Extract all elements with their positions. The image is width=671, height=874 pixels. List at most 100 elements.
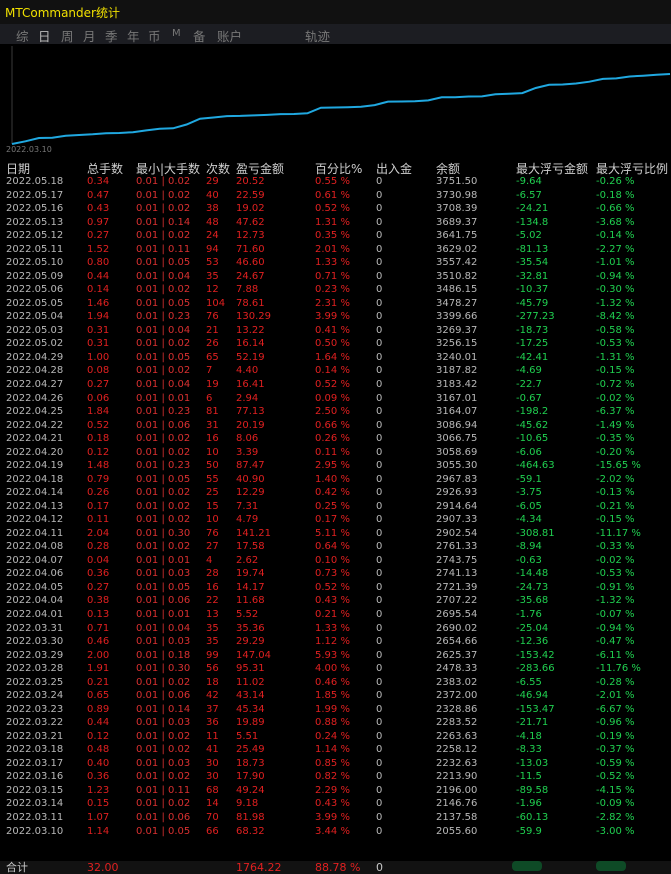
table-row[interactable]: 2022.05.16 0.43 0.01 | 0.02 38 19.02 0.52 % 0 3… bbox=[0, 202, 671, 216]
row-pnl: 4.40 bbox=[236, 365, 259, 377]
table-row[interactable]: 2022.03.23 0.89 0.01 | 0.14 37 45.34 1.99 % 0 2… bbox=[0, 703, 671, 717]
table-row[interactable]: 2022.05.10 0.80 0.01 | 0.05 53 46.60 1.33 % 0 3… bbox=[0, 256, 671, 270]
tab-quarter[interactable]: 季 bbox=[105, 26, 118, 45]
table-row[interactable]: 2022.04.18 0.79 0.01 | 0.05 55 40.90 1.40 % 0 2… bbox=[0, 473, 671, 487]
table-row[interactable]: 2022.03.17 0.40 0.01 | 0.03 30 18.73 0.85 % 0 2… bbox=[0, 757, 671, 771]
row-max-float-ratio: -0.21 % bbox=[596, 500, 635, 512]
row-pnl: 11.02 bbox=[236, 676, 265, 688]
row-percent: 1.33 % bbox=[315, 257, 350, 269]
table-row[interactable]: 2022.04.08 0.28 0.01 | 0.02 27 17.58 0.64 % 0 2… bbox=[0, 540, 671, 554]
row-count: 12 bbox=[206, 284, 219, 296]
row-max-float-ratio: -0.53 % bbox=[596, 568, 635, 580]
tab-overview[interactable]: 综 bbox=[16, 26, 29, 45]
row-max-float-loss: -24.21 bbox=[516, 203, 549, 215]
table-row[interactable]: 2022.05.18 0.34 0.01 | 0.02 29 20.52 0.55 % 0 3… bbox=[0, 175, 671, 189]
table-row[interactable]: 2022.05.13 0.97 0.01 | 0.14 48 47.62 1.31 % 0 3… bbox=[0, 216, 671, 230]
table-row[interactable]: 2022.04.21 0.18 0.01 | 0.02 16 8.06 0.26 % 0 30… bbox=[0, 432, 671, 446]
row-date: 2022.03.22 bbox=[6, 717, 64, 729]
row-max-float-loss: -21.71 bbox=[516, 717, 549, 729]
row-deposit: 0 bbox=[376, 636, 383, 648]
table-row[interactable]: 2022.03.14 0.15 0.01 | 0.02 14 9.18 0.43 % 0 21… bbox=[0, 797, 671, 811]
table-row[interactable]: 2022.03.29 2.00 0.01 | 0.18 99 147.04 5.93 % 0… bbox=[0, 649, 671, 663]
tab-symbol[interactable]: 币 bbox=[148, 26, 161, 45]
tab-year[interactable]: 年 bbox=[127, 26, 140, 45]
table-row[interactable]: 2022.04.04 0.38 0.01 | 0.06 22 11.68 0.43 % 0 2… bbox=[0, 594, 671, 608]
table-row[interactable]: 2022.05.17 0.47 0.01 | 0.02 40 22.59 0.61 % 0 3… bbox=[0, 189, 671, 203]
table-row[interactable]: 2022.03.31 0.71 0.01 | 0.04 35 35.36 1.33 % 0 2… bbox=[0, 622, 671, 636]
row-pnl: 12.29 bbox=[236, 487, 265, 499]
table-row[interactable]: 2022.04.19 1.48 0.01 | 0.23 50 87.47 2.95 % 0 3… bbox=[0, 459, 671, 473]
table-row[interactable]: 2022.05.11 1.52 0.01 | 0.11 94 71.60 2.01 % 0 3… bbox=[0, 243, 671, 257]
table-row[interactable]: 2022.04.29 1.00 0.01 | 0.05 65 52.19 1.64 % 0 3… bbox=[0, 351, 671, 365]
table-row[interactable]: 2022.03.22 0.44 0.01 | 0.03 36 19.89 0.88 % 0 2… bbox=[0, 716, 671, 730]
row-count: 68 bbox=[206, 784, 219, 796]
table-row[interactable]: 2022.05.12 0.27 0.01 | 0.02 24 12.73 0.35 % 0 3… bbox=[0, 229, 671, 243]
row-total-lots: 1.07 bbox=[87, 811, 110, 823]
table-row[interactable]: 2022.03.21 0.12 0.01 | 0.02 11 5.51 0.24 % 0 22… bbox=[0, 730, 671, 744]
table-row[interactable]: 2022.04.25 1.84 0.01 | 0.23 81 77.13 2.50 % 0 3… bbox=[0, 405, 671, 419]
row-date: 2022.04.08 bbox=[6, 541, 64, 553]
tab-magic[interactable]: M bbox=[172, 28, 181, 39]
table-row[interactable]: 2022.04.05 0.27 0.01 | 0.05 16 14.17 0.52 % 0 2… bbox=[0, 581, 671, 595]
row-max-float-loss: -89.58 bbox=[516, 784, 549, 796]
table-row[interactable]: 2022.04.22 0.52 0.01 | 0.06 31 20.19 0.66 % 0 3… bbox=[0, 419, 671, 433]
row-min-max-lots: 0.01 | 0.23 bbox=[136, 311, 191, 323]
row-date: 2022.04.18 bbox=[6, 473, 64, 485]
row-min-max-lots: 0.01 | 0.03 bbox=[136, 757, 191, 769]
table-row[interactable]: 2022.04.12 0.11 0.01 | 0.02 10 4.79 0.17 % 0 29… bbox=[0, 513, 671, 527]
table-row[interactable]: 2022.03.15 1.23 0.01 | 0.11 68 49.24 2.29 % 0 2… bbox=[0, 784, 671, 798]
row-pnl: 68.32 bbox=[236, 825, 265, 837]
table-row[interactable]: 2022.04.01 0.13 0.01 | 0.01 13 5.52 0.21 % 0 26… bbox=[0, 608, 671, 622]
row-count: 31 bbox=[206, 419, 219, 431]
table-row[interactable]: 2022.05.05 1.46 0.01 | 0.05 104 78.61 2.31 % 0… bbox=[0, 297, 671, 311]
row-date: 2022.03.18 bbox=[6, 744, 64, 756]
totals-float-loss-bar bbox=[512, 861, 542, 871]
table-row[interactable]: 2022.03.10 1.14 0.01 | 0.05 66 68.32 3.44 % 0 2… bbox=[0, 825, 671, 839]
tab-account[interactable]: 账户 bbox=[217, 26, 242, 45]
table-row[interactable]: 2022.04.26 0.06 0.01 | 0.01 6 2.94 0.09 % 0 316… bbox=[0, 392, 671, 406]
row-count: 53 bbox=[206, 257, 219, 269]
row-max-float-ratio: -1.01 % bbox=[596, 257, 635, 269]
tab-note[interactable]: 备 bbox=[193, 26, 206, 45]
row-percent: 0.85 % bbox=[315, 757, 350, 769]
table-row[interactable]: 2022.04.28 0.08 0.01 | 0.02 7 4.40 0.14 % 0 318… bbox=[0, 364, 671, 378]
tab-week[interactable]: 周 bbox=[61, 26, 74, 45]
row-max-float-loss: -153.42 bbox=[516, 649, 555, 661]
row-pnl: 2.94 bbox=[236, 392, 259, 404]
tab-track[interactable]: 轨迹 bbox=[305, 26, 330, 45]
table-row[interactable]: 2022.05.06 0.14 0.01 | 0.02 12 7.88 0.23 % 0 34… bbox=[0, 283, 671, 297]
row-balance: 3167.01 bbox=[436, 392, 478, 404]
table-row[interactable]: 2022.05.02 0.31 0.01 | 0.02 26 16.14 0.50 % 0 3… bbox=[0, 337, 671, 351]
table-row[interactable]: 2022.03.11 1.07 0.01 | 0.06 70 81.98 3.99 % 0 2… bbox=[0, 811, 671, 825]
table-row[interactable]: 2022.03.16 0.36 0.01 | 0.02 30 17.90 0.82 % 0 2… bbox=[0, 770, 671, 784]
row-max-float-loss: -1.96 bbox=[516, 798, 542, 810]
tab-month[interactable]: 月 bbox=[83, 26, 96, 45]
table-row[interactable]: 2022.04.13 0.17 0.01 | 0.02 15 7.31 0.25 % 0 29… bbox=[0, 500, 671, 514]
table-row[interactable]: 2022.03.24 0.65 0.01 | 0.06 42 43.14 1.85 % 0 2… bbox=[0, 689, 671, 703]
row-total-lots: 0.15 bbox=[87, 798, 110, 810]
row-pnl: 7.31 bbox=[236, 500, 259, 512]
table-row[interactable]: 2022.03.18 0.48 0.01 | 0.02 41 25.49 1.14 % 0 2… bbox=[0, 743, 671, 757]
tab-day[interactable]: 日 bbox=[38, 26, 51, 45]
row-pnl: 45.34 bbox=[236, 703, 265, 715]
row-pnl: 9.18 bbox=[236, 798, 259, 810]
table-row[interactable]: 2022.04.07 0.04 0.01 | 0.01 4 2.62 0.10 % 0 274… bbox=[0, 554, 671, 568]
row-balance: 2146.76 bbox=[436, 798, 478, 810]
table-row[interactable]: 2022.04.27 0.27 0.01 | 0.04 19 16.41 0.52 % 0 3… bbox=[0, 378, 671, 392]
table-row[interactable]: 2022.04.14 0.26 0.01 | 0.02 25 12.29 0.42 % 0 2… bbox=[0, 486, 671, 500]
table-row[interactable]: 2022.05.09 0.44 0.01 | 0.04 35 24.67 0.71 % 0 3… bbox=[0, 270, 671, 284]
row-min-max-lots: 0.01 | 0.06 bbox=[136, 595, 191, 607]
row-percent: 1.85 % bbox=[315, 690, 350, 702]
table-row[interactable]: 2022.04.06 0.36 0.01 | 0.03 28 19.74 0.73 % 0 2… bbox=[0, 567, 671, 581]
row-max-float-ratio: -8.42 % bbox=[596, 311, 635, 323]
table-row[interactable]: 2022.03.25 0.21 0.01 | 0.02 18 11.02 0.46 % 0 2… bbox=[0, 676, 671, 690]
table-row[interactable]: 2022.03.30 0.46 0.01 | 0.03 35 29.29 1.12 % 0 2… bbox=[0, 635, 671, 649]
row-pnl: 11.68 bbox=[236, 595, 265, 607]
table-row[interactable]: 2022.04.11 2.04 0.01 | 0.30 76 141.21 5.11 % 0… bbox=[0, 527, 671, 541]
table-row[interactable]: 2022.05.03 0.31 0.01 | 0.04 21 13.22 0.41 % 0 3… bbox=[0, 324, 671, 338]
table-row[interactable]: 2022.03.28 1.91 0.01 | 0.30 56 95.31 4.00 % 0 2… bbox=[0, 662, 671, 676]
row-min-max-lots: 0.01 | 0.02 bbox=[136, 771, 191, 783]
table-row[interactable]: 2022.05.04 1.94 0.01 | 0.23 76 130.29 3.99 % 0… bbox=[0, 310, 671, 324]
table-row[interactable]: 2022.04.20 0.12 0.01 | 0.02 10 3.39 0.11 % 0 30… bbox=[0, 446, 671, 460]
row-balance: 3641.75 bbox=[436, 230, 478, 242]
